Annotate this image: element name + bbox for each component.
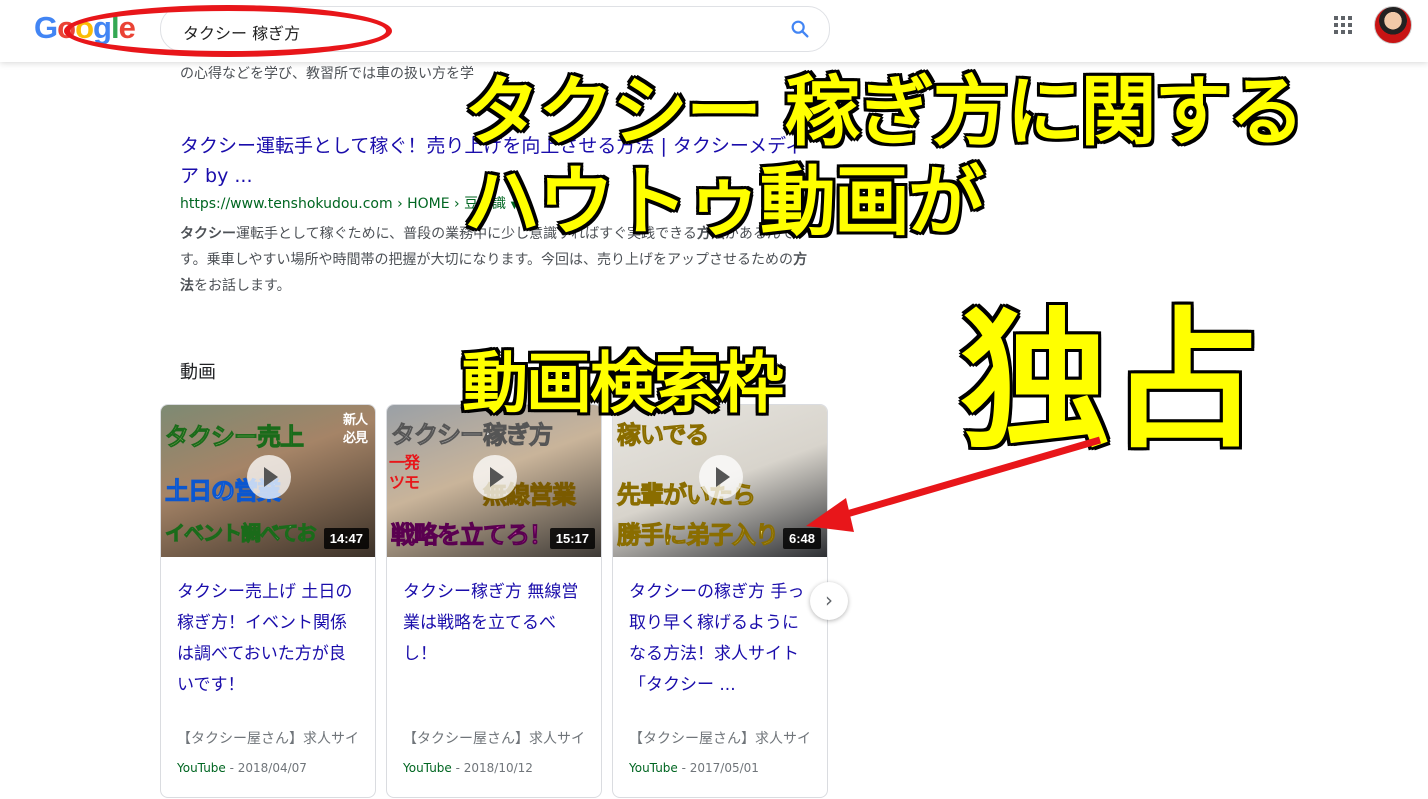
annotation-arrow — [806, 436, 1101, 532]
